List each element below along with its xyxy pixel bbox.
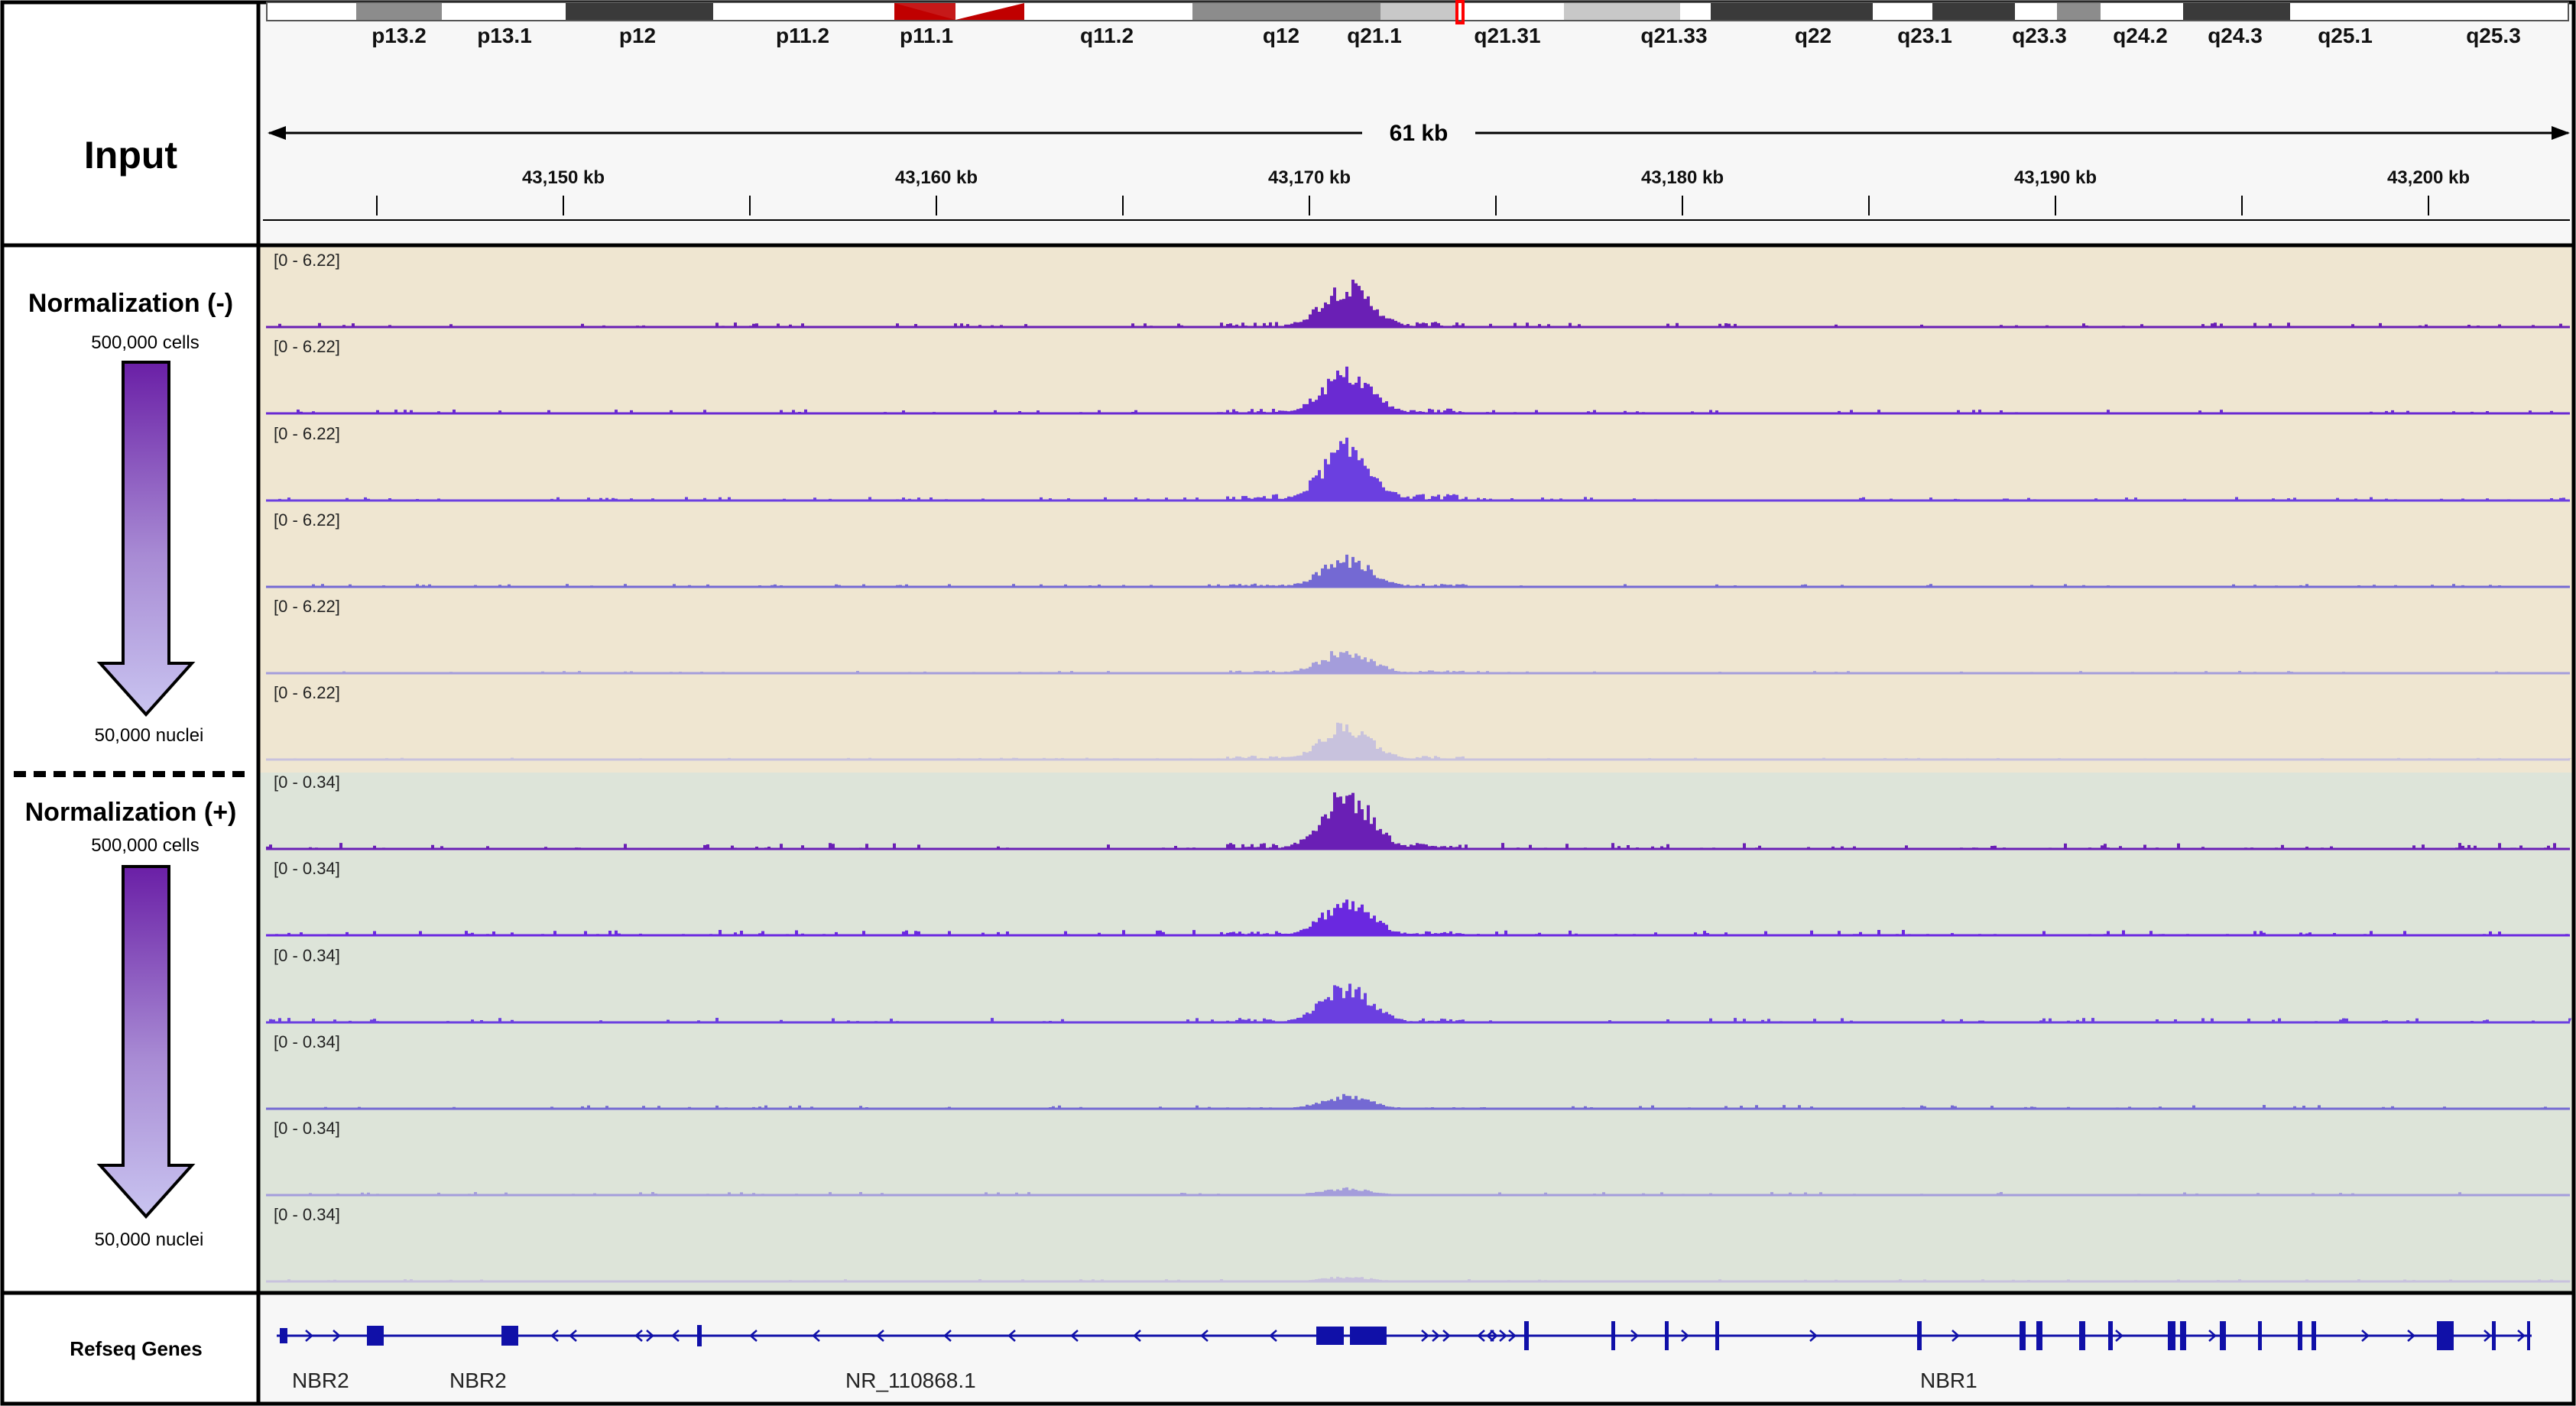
- group-plus-top-label: 500,000 cells: [91, 835, 199, 856]
- gene-exon: [1350, 1327, 1387, 1345]
- ruler-tick-label: 43,170 kb: [1268, 167, 1351, 188]
- ideogram-band-label: p13.1: [477, 24, 532, 47]
- ideogram-band-label: p13.2: [371, 24, 427, 47]
- gene-exon: [2168, 1321, 2175, 1350]
- ideogram-band: [566, 3, 713, 20]
- gene-exon: [280, 1328, 287, 1343]
- gene-exon: [2079, 1321, 2085, 1350]
- track-range-label: [0 - 6.22]: [274, 597, 340, 616]
- genes-track-label: Refseq Genes: [70, 1337, 202, 1360]
- ideogram-band-label: p11.2: [776, 24, 829, 47]
- gene-name-nr-110868: NR_110868.1: [845, 1369, 976, 1392]
- gene-exon: [1917, 1321, 1922, 1350]
- gene-exon: [2180, 1321, 2186, 1350]
- gene-exon: [697, 1325, 702, 1346]
- ideogram-band-label: p11.1: [900, 24, 953, 47]
- gene-name-nbr2-a: NBR2: [292, 1369, 349, 1392]
- track-range-label: [0 - 0.34]: [274, 1032, 340, 1051]
- input-label-panel: [0, 0, 261, 248]
- normalization-plus-panel: [258, 773, 2574, 1293]
- track-range-label: [0 - 0.34]: [274, 773, 340, 792]
- centromere-block: [894, 3, 955, 20]
- gene-exon: [2220, 1321, 2226, 1350]
- ideogram-band-label: q24.3: [2208, 24, 2263, 47]
- group-minus-top-label: 500,000 cells: [91, 332, 199, 353]
- track-range-label: [0 - 6.22]: [274, 424, 340, 443]
- group-minus-bottom-label: 50,000 nuclei: [95, 725, 204, 746]
- ideogram-band: [2057, 3, 2101, 20]
- track-range-label: [0 - 0.34]: [274, 1205, 340, 1224]
- ideogram-band: [356, 3, 442, 20]
- gene-exon: [2312, 1321, 2316, 1350]
- track-range-label: [0 - 6.22]: [274, 251, 340, 270]
- gene-exon: [2108, 1321, 2113, 1350]
- gene-exon: [2527, 1321, 2530, 1350]
- track-range-label: [0 - 0.34]: [274, 859, 340, 878]
- input-label: Input: [84, 134, 178, 177]
- gene-exon: [2492, 1321, 2496, 1350]
- gene-exon: [501, 1326, 518, 1346]
- ruler-tick-label: 43,200 kb: [2387, 167, 2470, 188]
- track-range-label: [0 - 0.34]: [274, 946, 340, 965]
- genes-track-panel: [256, 1291, 2576, 1406]
- gene-exon: [1316, 1327, 1344, 1345]
- ideogram-band-label: q25.3: [2466, 24, 2521, 47]
- track-range-label: [0 - 0.34]: [274, 1119, 340, 1138]
- ideogram-band: [1564, 3, 1680, 20]
- igv-browser-figure: Input Normalization (-) 500,000 cells 50…: [0, 0, 2576, 1406]
- ideogram-band: [1711, 3, 1873, 20]
- ruler-span-label: 61 kb: [1390, 121, 1449, 146]
- ideogram-band-label: q25.1: [2318, 24, 2373, 47]
- ideogram-band-label: q22: [1795, 24, 1831, 47]
- group-plus-title: Normalization (+): [25, 798, 237, 827]
- gene-exon: [1715, 1321, 1719, 1350]
- gene-exon: [2298, 1321, 2302, 1350]
- ideogram-band-label: q12: [1263, 24, 1299, 47]
- ideogram-band-label: q23.1: [1897, 24, 1952, 47]
- group-minus-title: Normalization (-): [28, 289, 233, 318]
- ruler-tick-label: 43,150 kb: [522, 167, 605, 188]
- ideogram-band-label: q23.3: [2012, 24, 2067, 47]
- track-range-label: [0 - 6.22]: [274, 510, 340, 530]
- ideogram-band: [2183, 3, 2290, 20]
- ideogram-band: [1380, 3, 1457, 20]
- group-plus-bottom-label: 50,000 nuclei: [95, 1229, 204, 1250]
- ideogram-band-label: q21.1: [1347, 24, 1402, 47]
- gene-exon: [367, 1326, 384, 1346]
- gene-exon: [2258, 1321, 2262, 1350]
- ideogram-band-label: q21.31: [1474, 24, 1540, 47]
- ideogram-band-label: q11.2: [1080, 24, 1134, 47]
- ruler-tick-label: 43,180 kb: [1641, 167, 1724, 188]
- ideogram-band-label: q21.33: [1640, 24, 1707, 47]
- track-range-label: [0 - 6.22]: [274, 337, 340, 356]
- gene-name-nbr2-b: NBR2: [449, 1369, 507, 1392]
- ideogram-band: [1192, 3, 1380, 20]
- ideogram-band-label: q24.2: [2113, 24, 2168, 47]
- gene-exon: [2437, 1321, 2454, 1350]
- gene-exon: [1665, 1321, 1669, 1350]
- ideogram-band-label: p12: [619, 24, 656, 47]
- ruler-tick-label: 43,190 kb: [2014, 167, 2097, 188]
- ideogram-band: [1932, 3, 2015, 20]
- gene-exon: [1524, 1321, 1529, 1350]
- track-range-label: [0 - 6.22]: [274, 683, 340, 702]
- gene-name-nbr1: NBR1: [1920, 1369, 1977, 1392]
- gene-exon: [1611, 1321, 1615, 1350]
- gene-exon: [2020, 1321, 2026, 1350]
- gene-exon: [2036, 1321, 2042, 1350]
- ruler-tick-label: 43,160 kb: [895, 167, 978, 188]
